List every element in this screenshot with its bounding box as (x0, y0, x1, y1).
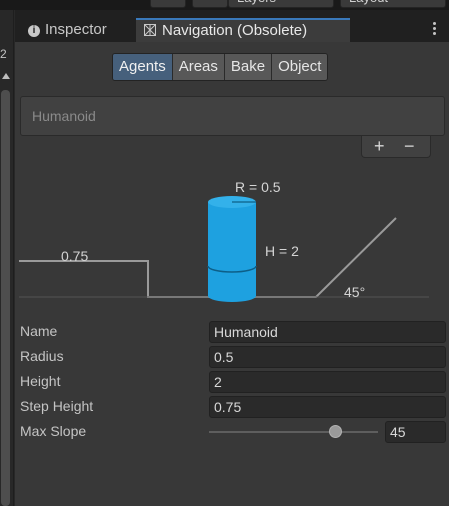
tab-areas[interactable]: Areas (172, 54, 225, 80)
tab-inspector-label: Inspector (45, 21, 107, 38)
more-options-icon[interactable] (433, 22, 437, 36)
name-row: Name Humanoid (15, 321, 449, 343)
info-icon: i (28, 25, 40, 37)
add-agent-button[interactable]: + (374, 136, 385, 156)
editor-toolbar: Layers Layout (0, 0, 449, 10)
navigation-mode-tabs: Agents Areas Bake Object (112, 53, 329, 81)
window-tab-bar: i Inspector Navigation (Obsolete) (15, 10, 449, 42)
navmesh-icon (144, 24, 156, 36)
max-slope-slider-track[interactable] (209, 431, 378, 433)
max-slope-field-label: Max Slope (20, 423, 87, 439)
history-button[interactable] (150, 0, 186, 8)
slope-label: 45° (344, 284, 365, 300)
radius-field[interactable]: 0.5 (209, 346, 446, 368)
step-height-row: Step Height 0.75 (15, 396, 449, 418)
tab-agents[interactable]: Agents (113, 54, 173, 80)
name-field[interactable]: Humanoid (209, 321, 446, 343)
height-field[interactable]: 2 (209, 371, 446, 393)
tab-object[interactable]: Object (272, 54, 328, 80)
agent-list-item[interactable]: Humanoid (32, 108, 96, 124)
max-slope-row: Max Slope 45 (15, 421, 449, 443)
scrollbar-thumb[interactable] (1, 90, 10, 506)
agent-type-list: Humanoid (20, 96, 445, 136)
scroll-up-arrow-icon[interactable] (2, 73, 10, 79)
max-slope-slider-handle[interactable] (329, 425, 343, 438)
step-height-field-label: Step Height (20, 398, 94, 414)
tab-bake[interactable]: Bake (224, 54, 273, 80)
adjacent-panel-strip: 2 (0, 10, 14, 506)
agent-diagram: R = 0.5 H = 2 0.75 45° (19, 179, 429, 302)
navigation-panel: Agents Areas Bake Object Humanoid + − R … (15, 42, 449, 506)
tab-inspector[interactable]: i Inspector (28, 18, 107, 42)
max-slope-field[interactable]: 45 (385, 421, 446, 443)
tab-navigation[interactable]: Navigation (Obsolete) (136, 18, 350, 42)
height-field-label: Height (20, 373, 61, 389)
tab-navigation-label: Navigation (Obsolete) (162, 22, 308, 39)
name-label: Name (20, 323, 58, 339)
layers-dropdown[interactable]: Layers (228, 0, 334, 8)
list-add-remove-footer: + − (361, 136, 431, 158)
step-height-label: 0.75 (61, 248, 88, 264)
search-button[interactable] (192, 0, 228, 8)
step-height-field[interactable]: 0.75 (209, 396, 446, 418)
agent-cylinder (207, 196, 257, 302)
height-label: H = 2 (265, 243, 299, 259)
height-row: Height 2 (15, 371, 449, 393)
adjacent-panel-number: 2 (0, 47, 7, 61)
radius-row: Radius 0.5 (15, 346, 449, 368)
radius-label: R = 0.5 (235, 179, 281, 195)
layout-dropdown[interactable]: Layout (340, 0, 446, 8)
remove-agent-button[interactable]: − (404, 136, 415, 156)
radius-field-label: Radius (20, 348, 64, 364)
